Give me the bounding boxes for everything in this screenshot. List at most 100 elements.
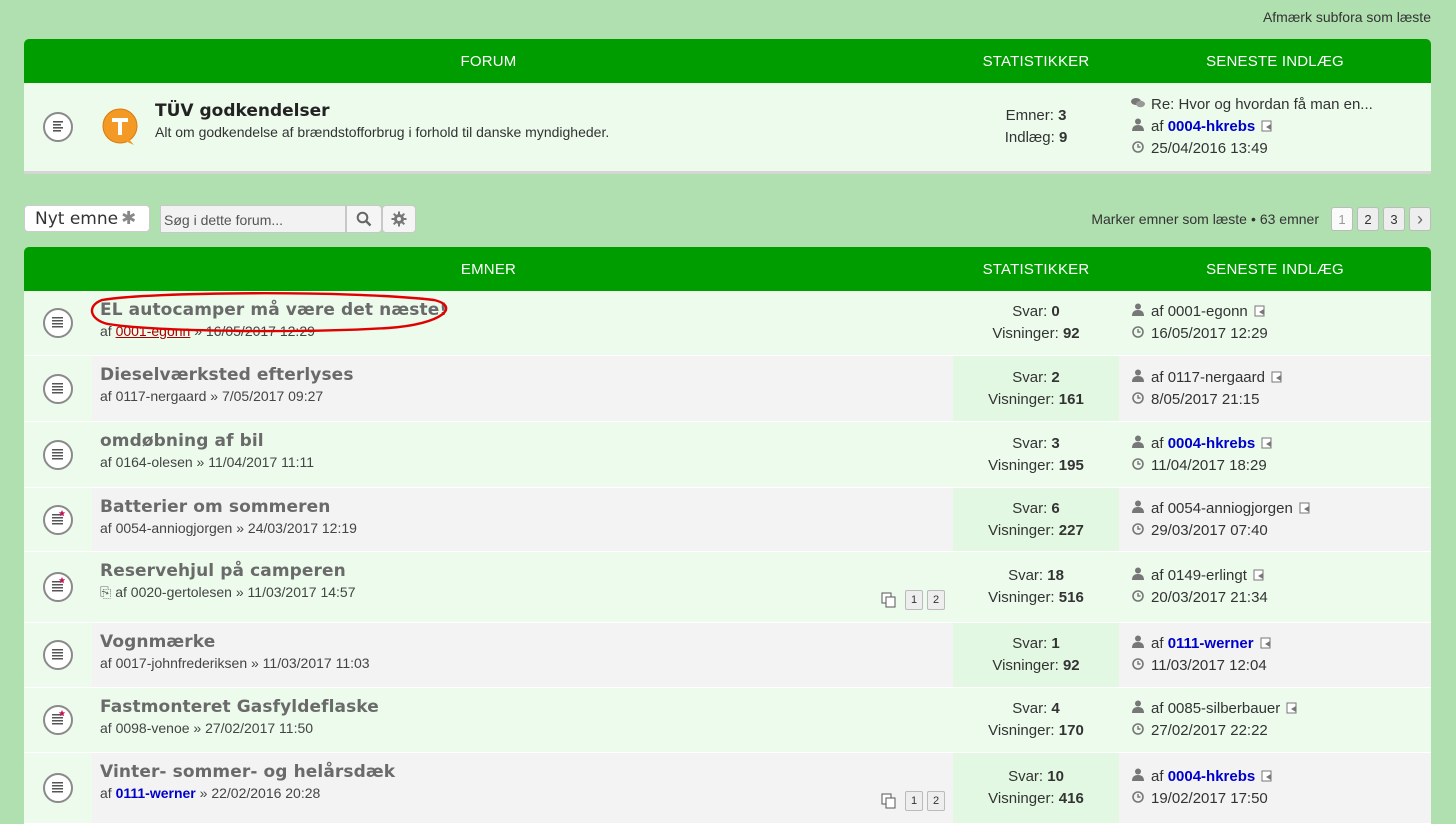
topic-last-post-cell: af 0149-erlingt 20/03/2017 21:34 [1119, 552, 1431, 622]
last-post-time: 11/04/2017 18:29 [1151, 456, 1267, 474]
by-label: af [1151, 700, 1164, 717]
topic-icon-cell [24, 552, 92, 622]
goto-post-icon[interactable] [1253, 569, 1265, 581]
topic-main-cell: Dieselværksted efterlyses af 0117-nergaa… [92, 356, 953, 421]
views-label: Visninger: [988, 722, 1055, 739]
topics-panel-header: EMNER STATISTIKKER SENESTE INDLÆG [24, 247, 1431, 291]
goto-post-icon[interactable] [1254, 305, 1266, 317]
topic-date: » 27/02/2017 11:50 [193, 720, 314, 736]
topic-author-link[interactable]: 0164-olesen [116, 454, 193, 470]
topic-title-link[interactable]: Batterier om sommeren [100, 497, 330, 517]
topic-author-link[interactable]: 0017-johnfrederiksen [116, 655, 248, 671]
topic-title-link[interactable]: Vinter- sommer- og helårsdæk [100, 762, 395, 782]
goto-post-icon[interactable] [1261, 437, 1273, 449]
topic-page-2-button[interactable]: 2 [927, 791, 945, 811]
topic-author-link[interactable]: 0111-werner [116, 785, 196, 801]
goto-post-icon[interactable] [1261, 770, 1273, 782]
topic-title-link[interactable]: Vognmærke [100, 632, 215, 652]
topic-icon-cell [24, 422, 92, 487]
views-count: 161 [1058, 390, 1084, 408]
by-label: af [1151, 567, 1164, 584]
topic-stats-cell: Svar: 0 Visninger: 92 [953, 291, 1119, 355]
topic-pagination: 1 2 [881, 791, 945, 811]
forum-panel-header: FORUM STATISTIKKER SENESTE INDLÆG [24, 39, 1431, 83]
next-page-chevron-icon[interactable]: › [1409, 207, 1431, 231]
replies-label: Svar: [1012, 434, 1048, 452]
page-3-button[interactable]: 3 [1383, 207, 1405, 231]
page-1-button[interactable]: 1 [1331, 207, 1353, 231]
forum-title-link[interactable]: TÜV godkendelser [155, 101, 953, 121]
action-bar: Nyt emne ✱ Søg i dette forum... Marker em… [24, 203, 1431, 235]
mark-subforums-read-link[interactable]: Afmærk subfora som læste [1263, 9, 1431, 25]
stats-column-header: STATISTIKKER [982, 260, 1090, 278]
page-2-button[interactable]: 2 [1357, 207, 1379, 231]
mark-topics-read-link[interactable]: Marker emner som læste [1091, 211, 1247, 227]
topic-row: Fastmonteret Gasfyldeflaske af 0098-veno… [24, 688, 1431, 753]
topic-author-link[interactable]: 0117-nergaard [116, 388, 207, 404]
last-author-link[interactable]: 0004-hkrebs [1168, 118, 1256, 135]
forum-stats-cell: Emner: 3 Indlæg: 9 [953, 83, 1119, 171]
topic-title-link[interactable]: Reservehjul på camperen [100, 561, 346, 581]
topic-main-cell: Batterier om sommeren af 0054-anniogjorg… [92, 488, 953, 551]
topic-date: » 22/02/2016 20:28 [199, 785, 321, 801]
last-author-link[interactable]: 0004-hkrebs [1168, 768, 1256, 785]
last-post-subject-link[interactable]: Re: Hvor og hvordan få man en... [1151, 96, 1373, 113]
views-count: 516 [1058, 589, 1084, 606]
last-author-link[interactable]: 0001-egonn [1168, 303, 1248, 320]
last-post-time: 20/03/2017 21:34 [1151, 589, 1268, 606]
topic-last-post-cell: af 0004-hkrebs 19/02/2017 17:50 [1119, 753, 1431, 823]
by-label: af [115, 584, 127, 600]
replies-count: 2 [1051, 368, 1060, 386]
forum-text: TÜV godkendelser Alt om godkendelse af b… [155, 101, 953, 140]
topic-date: » 11/03/2017 14:57 [235, 584, 356, 600]
topic-meta: af 0111-werner » 22/02/2016 20:28 [100, 785, 953, 801]
user-icon [1131, 698, 1145, 720]
topic-title-link[interactable]: omdøbning af bil [100, 431, 264, 451]
posts-label: Indlæg: [1004, 129, 1055, 146]
last-author-link[interactable]: 0117-nergaard [1168, 369, 1265, 386]
goto-post-icon[interactable] [1286, 702, 1298, 714]
goto-post-icon[interactable] [1261, 120, 1273, 132]
last-author-link[interactable]: 0004-hkrebs [1168, 435, 1256, 452]
topic-read-icon [43, 705, 73, 735]
views-count: 195 [1058, 456, 1084, 474]
topic-author-link[interactable]: 0054-anniogjorgen [116, 520, 233, 536]
last-author-link[interactable]: 0085-silberbauer [1168, 700, 1281, 717]
goto-post-icon[interactable] [1271, 371, 1283, 383]
last-author-link[interactable]: 0149-erlingt [1168, 567, 1247, 584]
topic-meta: af 0054-anniogjorgen » 24/03/2017 12:19 [100, 520, 953, 536]
topic-title-link[interactable]: Dieselværksted efterlyses [100, 365, 354, 385]
replies-count: 6 [1051, 499, 1060, 517]
topic-page-2-button[interactable]: 2 [927, 590, 945, 610]
topic-main-cell: omdøbning af bil af 0164-olesen » 11/04/… [92, 422, 953, 487]
advanced-search-button[interactable] [382, 205, 416, 233]
forum-logo-icon [102, 108, 138, 145]
topic-page-1-button[interactable]: 1 [905, 590, 923, 610]
user-icon [1131, 633, 1145, 655]
goto-post-icon[interactable] [1299, 502, 1311, 514]
last-post-time: 16/05/2017 12:29 [1151, 325, 1268, 342]
goto-post-icon[interactable] [1260, 637, 1272, 649]
annotation-ellipse [90, 292, 448, 333]
replies-label: Svar: [1012, 499, 1048, 517]
last-post-time: 11/03/2017 12:04 [1151, 657, 1267, 674]
topic-title-link[interactable]: Fastmonteret Gasfyldeflaske [100, 697, 379, 717]
search-button[interactable] [346, 205, 382, 233]
topic-date: » 7/05/2017 09:27 [210, 388, 324, 404]
replies-count: 18 [1047, 567, 1064, 584]
topic-date: » 24/03/2017 12:19 [236, 520, 357, 536]
user-icon [1131, 116, 1145, 138]
topic-meta: af 0117-nergaard » 7/05/2017 09:27 [100, 388, 953, 404]
topic-icon-cell [24, 291, 92, 355]
last-author-link[interactable]: 0111-werner [1168, 635, 1254, 652]
last-post-column-header: SENESTE INDLÆG [1206, 260, 1344, 278]
views-count: 170 [1058, 722, 1084, 739]
topic-page-1-button[interactable]: 1 [905, 791, 923, 811]
new-topic-button[interactable]: Nyt emne ✱ [24, 205, 150, 232]
topic-author-link[interactable]: 0020-gertolesen [131, 584, 232, 600]
last-author-link[interactable]: 0054-anniogjorgen [1168, 500, 1293, 517]
clock-icon [1131, 720, 1145, 742]
forum-read-icon [43, 112, 73, 142]
search-forum-input[interactable]: Søg i dette forum... [160, 205, 346, 233]
topic-author-link[interactable]: 0098-venoe [116, 720, 190, 736]
